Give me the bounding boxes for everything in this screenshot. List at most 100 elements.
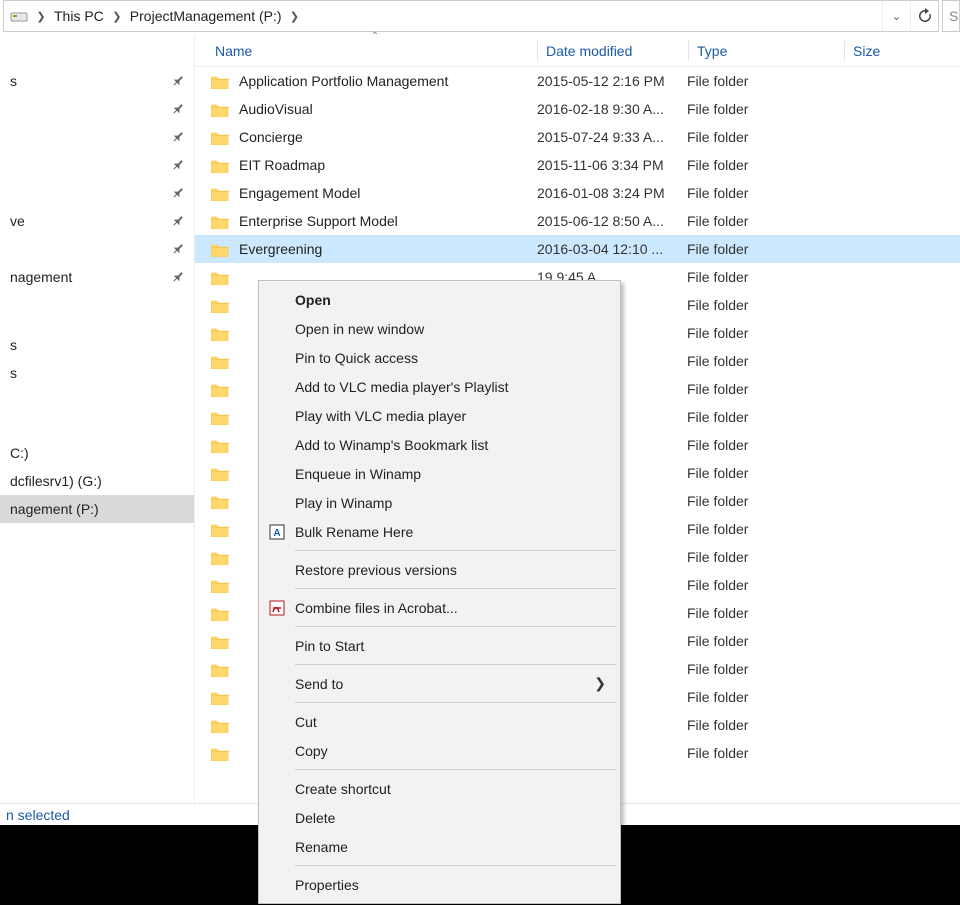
sidebar-item[interactable]: s	[0, 67, 194, 95]
folder-icon	[211, 550, 229, 565]
folder-icon	[211, 74, 229, 89]
menu-item[interactable]: Cut	[261, 707, 618, 736]
navigation-pane[interactable]: svenagement ss C:)dcfilesrv1) (G:)nageme…	[0, 35, 195, 803]
folder-icon	[211, 186, 229, 201]
crumb-this-pc[interactable]: This PC	[48, 1, 110, 31]
history-dropdown-button[interactable]: ⌄	[882, 1, 910, 31]
sidebar-item[interactable]	[0, 123, 194, 151]
menu-item[interactable]: Rename	[261, 832, 618, 861]
sidebar-item-label: s	[10, 73, 17, 89]
acrobat-icon	[269, 600, 285, 616]
sidebar-item-label: nagement (P:)	[10, 501, 99, 517]
table-row[interactable]: Application Portfolio Management2015-05-…	[195, 67, 960, 95]
menu-item[interactable]: Add to Winamp's Bookmark list	[261, 430, 618, 459]
sidebar-item[interactable]: s	[0, 331, 194, 359]
address-bar[interactable]: ❯ This PC ❯ ProjectManagement (P:) ❯ ⌄	[3, 0, 939, 32]
table-row[interactable]: Enterprise Support Model2015-06-12 8:50 …	[195, 207, 960, 235]
chevron-right-icon[interactable]: ❯	[34, 10, 48, 23]
table-row[interactable]: Evergreening2016-03-04 12:10 ...File fol…	[195, 235, 960, 263]
menu-item[interactable]: Play with VLC media player	[261, 401, 618, 430]
table-row[interactable]: EIT Roadmap2015-11-06 3:34 PMFile folder	[195, 151, 960, 179]
menu-item-label: Open in new window	[295, 321, 424, 337]
menu-item[interactable]: Pin to Start	[261, 631, 618, 660]
file-date: 2016-03-04 12:10 ...	[537, 241, 687, 257]
sidebar-item[interactable]: ve	[0, 207, 194, 235]
file-type: File folder	[687, 185, 842, 201]
menu-item-label: Rename	[295, 839, 348, 855]
folder-icon	[211, 690, 229, 705]
sidebar-item[interactable]	[0, 39, 194, 67]
sidebar-item[interactable]	[0, 303, 194, 331]
menu-item[interactable]: Restore previous versions	[261, 555, 618, 584]
menu-item[interactable]: Add to VLC media player's Playlist	[261, 372, 618, 401]
file-name: Enterprise Support Model	[239, 213, 398, 229]
sidebar-item[interactable]: nagement	[0, 263, 194, 291]
sidebar-item-drive[interactable]: C:)	[0, 439, 194, 467]
column-size[interactable]: Size	[845, 43, 960, 59]
table-row[interactable]: Concierge2015-07-24 9:33 A...File folder	[195, 123, 960, 151]
column-name[interactable]: Name	[195, 43, 537, 59]
folder-icon	[211, 606, 229, 621]
file-name: AudioVisual	[239, 101, 313, 117]
menu-item[interactable]: Combine files in Acrobat...	[261, 593, 618, 622]
menu-item-label: Send to	[295, 676, 343, 692]
table-row[interactable]: AudioVisual2016-02-18 9:30 A...File fold…	[195, 95, 960, 123]
sidebar-item-drive[interactable]: dcfilesrv1) (G:)	[0, 467, 194, 495]
menu-separator	[295, 588, 616, 589]
folder-icon	[211, 354, 229, 369]
folder-icon	[211, 102, 229, 117]
chevron-right-icon[interactable]: ❯	[288, 10, 302, 23]
folder-icon	[211, 242, 229, 257]
folder-icon	[211, 270, 229, 285]
menu-item[interactable]: Open	[261, 285, 618, 314]
pin-icon	[170, 129, 187, 146]
search-placeholder: S	[949, 8, 958, 24]
search-box[interactable]: S	[942, 0, 960, 32]
folder-icon	[211, 214, 229, 229]
menu-item[interactable]: Delete	[261, 803, 618, 832]
file-type: File folder	[687, 521, 842, 537]
menu-separator	[295, 664, 616, 665]
sidebar-item-drive[interactable]: nagement (P:)	[0, 495, 194, 523]
menu-item[interactable]: Play in Winamp	[261, 488, 618, 517]
chevron-right-icon[interactable]: ❯	[110, 10, 124, 23]
menu-item[interactable]: Enqueue in Winamp	[261, 459, 618, 488]
menu-item[interactable]: Properties	[261, 870, 618, 899]
menu-item[interactable]: Copy	[261, 736, 618, 765]
sidebar-item[interactable]: s	[0, 359, 194, 387]
menu-item-label: Bulk Rename Here	[295, 524, 413, 540]
menu-item[interactable]: Open in new window	[261, 314, 618, 343]
file-type: File folder	[687, 465, 842, 481]
column-type[interactable]: Type	[689, 43, 844, 59]
menu-item-label: Add to Winamp's Bookmark list	[295, 437, 488, 453]
menu-item[interactable]: Pin to Quick access	[261, 343, 618, 372]
column-headers[interactable]: ⌃ Name Date modified Type Size	[195, 35, 960, 67]
column-date[interactable]: Date modified	[538, 43, 688, 59]
sidebar-item[interactable]	[0, 179, 194, 207]
sort-indicator-icon: ⌃	[365, 31, 385, 42]
file-type: File folder	[687, 437, 842, 453]
file-type: File folder	[687, 605, 842, 621]
menu-item[interactable]: ABulk Rename Here	[261, 517, 618, 546]
menu-item[interactable]: Create shortcut	[261, 774, 618, 803]
table-row[interactable]: Engagement Model2016-01-08 3:24 PMFile f…	[195, 179, 960, 207]
menu-item-label: Pin to Quick access	[295, 350, 418, 366]
menu-item-label: Enqueue in Winamp	[295, 466, 421, 482]
refresh-button[interactable]	[910, 1, 938, 31]
sidebar-item[interactable]	[0, 95, 194, 123]
menu-item-label: Delete	[295, 810, 335, 826]
folder-icon	[211, 326, 229, 341]
file-date: 2015-05-12 2:16 PM	[537, 73, 687, 89]
menu-separator	[295, 769, 616, 770]
context-menu[interactable]: Open Open in new window Pin to Quick acces…	[258, 280, 621, 904]
sidebar-item-label: s	[10, 337, 17, 353]
menu-item[interactable]: Send to❯	[261, 669, 618, 698]
file-date: 2015-07-24 9:33 A...	[537, 129, 687, 145]
file-type: File folder	[687, 633, 842, 649]
sidebar-item-label: ve	[10, 213, 25, 229]
crumb-project-management[interactable]: ProjectManagement (P:)	[124, 1, 288, 31]
sidebar-item[interactable]	[0, 151, 194, 179]
sidebar-item[interactable]	[0, 235, 194, 263]
status-text: n selected	[6, 807, 70, 823]
sidebar-item[interactable]	[0, 387, 194, 415]
